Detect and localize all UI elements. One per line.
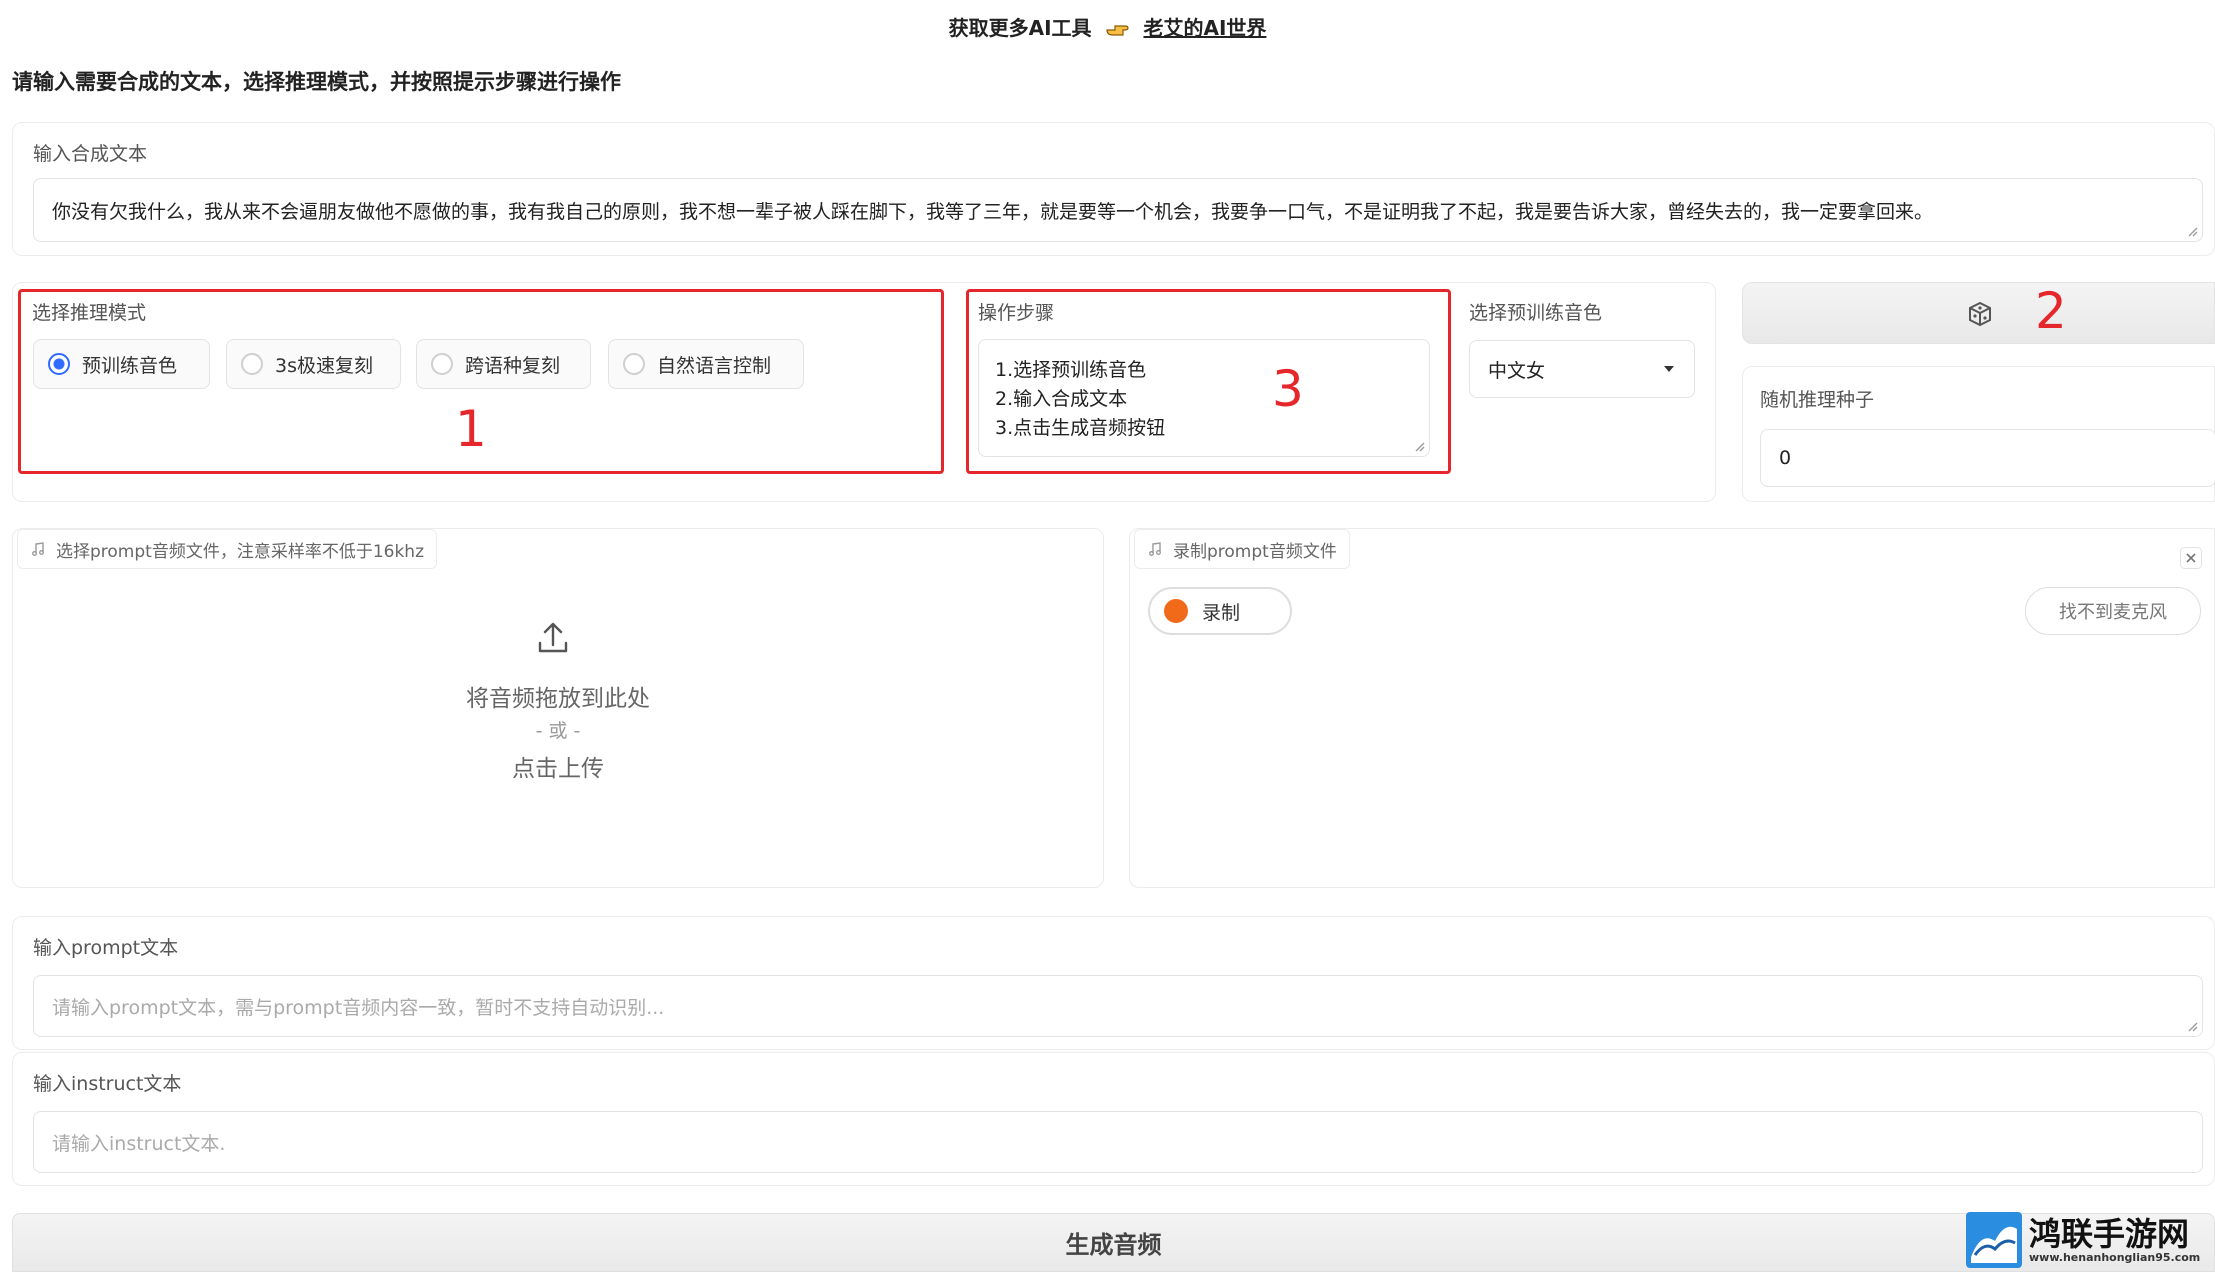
instruct-text-placeholder: 请输入instruct文本. [52,1132,226,1155]
record-dot-icon [1164,599,1188,623]
banner-link[interactable]: 老艾的AI世界 [1143,16,1266,40]
voice-select[interactable]: 中文女 [1469,340,1695,398]
annotation-number-1: 1 [455,400,487,458]
upload-tab: 选择prompt音频文件，注意采样率不低于16khz [17,529,437,569]
prompt-text-placeholder: 请输入prompt文本，需与prompt音频内容一致，暂时不支持自动识别... [52,996,665,1019]
upload-tab-label: 选择prompt音频文件，注意采样率不低于16khz [56,541,424,562]
mode-label: 选择推理模式 [32,302,147,324]
upload-icon [538,622,568,653]
annotation-number-3: 3 [1272,360,1304,418]
upload-click-text: 点击上传 [512,756,604,782]
radio-checked-icon [48,353,70,375]
mode-option-pretrained[interactable]: 预训练音色 [33,339,210,389]
radio-unchecked-icon [623,353,645,375]
dice-button[interactable] [1742,282,2215,344]
banner-prefix: 获取更多AI工具 [948,16,1092,40]
upload-drop-text: 将音频拖放到此处 [466,686,650,712]
radio-unchecked-icon [431,353,453,375]
seed-label: 随机推理种子 [1760,389,1875,411]
mode-option-label: 跨语种复刻 [465,354,561,377]
synth-text-input[interactable]: 你没有欠我什么，我从来不会逼朋友做他不愿做的事，我有我自己的原则，我不想一辈子被… [33,178,2203,242]
synth-text-label: 输入合成文本 [33,143,148,165]
voice-selected: 中文女 [1488,359,1546,382]
top-banner: 获取更多AI工具 老艾的AI世界 [0,12,2215,41]
pointing-hand-icon [1105,25,1129,36]
record-panel: 录制prompt音频文件 录制 找不到麦克风 [1129,528,2215,888]
music-note-icon [1149,542,1161,556]
instruct-text-label: 输入instruct文本 [33,1073,182,1095]
mode-option-instruct[interactable]: 自然语言控制 [608,339,804,389]
record-button-label: 录制 [1202,601,1241,624]
generate-audio-button[interactable]: 生成音频 [12,1213,2215,1272]
mode-option-label: 自然语言控制 [657,354,772,377]
instruct-text-input[interactable]: 请输入instruct文本. [33,1111,2203,1173]
step-line: 3.点击生成音频按钮 [995,417,1166,439]
page-instruction: 请输入需要合成的文本，选择推理模式，并按照提示步骤进行操作 [12,70,621,94]
steps-textarea[interactable]: 1.选择预训练音色 2.输入合成文本 3.点击生成音频按钮 [978,339,1430,457]
dice-icon [1969,301,1991,327]
voice-label: 选择预训练音色 [1469,302,1603,324]
record-tab-label: 录制prompt音频文件 [1173,541,1337,562]
radio-unchecked-icon [241,353,263,375]
resize-grip-icon[interactable] [2186,1020,2198,1032]
watermark: 鸿联手游网 www.henanhonglian95.com [1965,1208,2215,1272]
record-tab: 录制prompt音频文件 [1134,529,1350,569]
music-note-icon [32,542,44,556]
no-mic-button[interactable]: 找不到麦克风 [2025,587,2201,635]
prompt-text-panel: 输入prompt文本 请输入prompt文本，需与prompt音频内容一致，暂时… [12,916,2215,1050]
annotation-number-2: 2 [2035,282,2067,340]
record-button[interactable]: 录制 [1148,587,1292,635]
upload-or-text: - 或 - [535,720,581,742]
close-icon[interactable] [2180,547,2202,569]
caret-down-icon [1664,366,1674,372]
resize-grip-icon[interactable] [1413,440,1425,452]
seed-value: 0 [1779,447,1792,469]
watermark-logo [1966,1212,2022,1268]
steps-label: 操作步骤 [978,302,1055,324]
mode-option-3s-clone[interactable]: 3s极速复刻 [226,339,401,389]
prompt-text-label: 输入prompt文本 [33,937,179,959]
mode-option-label: 3s极速复刻 [275,354,373,377]
instruct-text-panel: 输入instruct文本 请输入instruct文本. [12,1052,2215,1186]
mode-option-crosslingual[interactable]: 跨语种复刻 [416,339,591,389]
mode-option-label: 预训练音色 [82,354,178,377]
synth-text-value: 你没有欠我什么，我从来不会逼朋友做他不愿做的事，我有我自己的原则，我不想一辈子被… [52,200,1934,223]
seed-input[interactable]: 0 [1760,429,2215,487]
step-line: 1.选择预训练音色 [995,359,1147,381]
upload-dropzone[interactable]: 将音频拖放到此处 - 或 - 点击上传 [13,579,1103,879]
resize-grip-icon[interactable] [2186,225,2198,237]
seed-panel: 随机推理种子 0 [1742,366,2215,502]
prompt-text-input[interactable]: 请输入prompt文本，需与prompt音频内容一致，暂时不支持自动识别... [33,975,2203,1037]
synth-text-panel: 输入合成文本 你没有欠我什么，我从来不会逼朋友做他不愿做的事，我有我自己的原则，… [12,122,2215,256]
watermark-name: 鸿联手游网 [2029,1214,2190,1253]
upload-panel: 选择prompt音频文件，注意采样率不低于16khz 将音频拖放到此处 - 或 … [12,528,1104,888]
step-line: 2.输入合成文本 [995,388,1128,410]
watermark-url: www.henanhonglian95.com [2029,1250,2201,1264]
generate-audio-label: 生成音频 [1065,1231,1162,1259]
no-mic-label: 找不到麦克风 [2059,602,2167,623]
